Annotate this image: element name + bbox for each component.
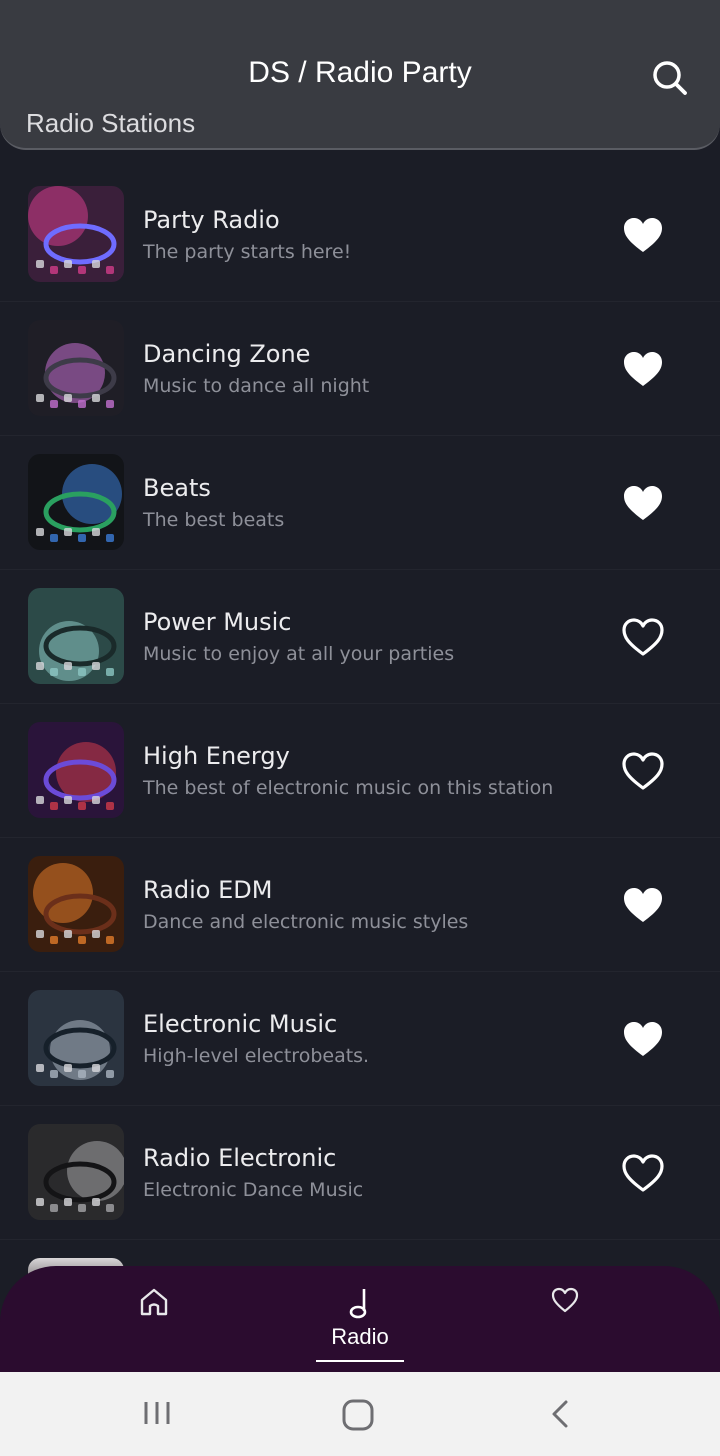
- heart-outline-icon: [622, 1154, 664, 1192]
- station-name: High Energy: [143, 742, 290, 770]
- station-thumbnail: [28, 320, 124, 416]
- recent-apps-button[interactable]: [140, 1396, 174, 1434]
- home-icon: [140, 1288, 168, 1316]
- station-thumbnail: [28, 856, 124, 952]
- recent-apps-icon: [144, 1402, 170, 1424]
- favorite-button[interactable]: [620, 1018, 666, 1060]
- station-row[interactable]: Radio EDM Dance and electronic music styl…: [0, 838, 720, 972]
- station-name: Beats: [143, 474, 211, 502]
- favorite-button[interactable]: [620, 214, 666, 256]
- station-thumbnail: [28, 722, 124, 818]
- system-back-button[interactable]: [542, 1396, 576, 1436]
- favorite-button[interactable]: [620, 884, 666, 926]
- system-navigation-bar: [0, 1372, 720, 1456]
- favorite-button[interactable]: [620, 348, 666, 390]
- app-header: DS / Radio Party Radio Stations: [0, 0, 720, 150]
- station-description: The best beats: [143, 509, 285, 531]
- station-thumbnail: [28, 186, 124, 282]
- station-thumbnail: [28, 990, 124, 1086]
- heart-filled-icon: [624, 352, 662, 386]
- station-thumbnail: [28, 1124, 124, 1220]
- favorite-button[interactable]: [620, 1152, 666, 1194]
- station-row[interactable]: Party Radio The party starts here!: [0, 168, 720, 302]
- bottom-navigation: Radio: [0, 1266, 720, 1372]
- station-row[interactable]: Beats The best beats: [0, 436, 720, 570]
- nav-radio-button[interactable]: Radio: [310, 1266, 410, 1372]
- heart-icon: [551, 1287, 579, 1313]
- favorite-button[interactable]: [620, 616, 666, 658]
- station-description: Electronic Dance Music: [143, 1179, 364, 1201]
- station-description: Dance and electronic music styles: [143, 911, 469, 933]
- station-description: Music to dance all night: [143, 375, 370, 397]
- search-icon: [653, 61, 687, 95]
- nav-active-indicator: [316, 1360, 404, 1362]
- station-row[interactable]: Power Music Music to enjoy at all your pa…: [0, 570, 720, 704]
- nav-radio-label: Radio: [331, 1324, 389, 1349]
- station-row[interactable]: High Energy The best of electronic music …: [0, 704, 720, 838]
- heart-filled-icon: [624, 218, 662, 252]
- station-name: Electronic Music: [143, 1010, 338, 1038]
- station-name: Power Music: [143, 608, 292, 636]
- system-home-button[interactable]: [338, 1396, 378, 1438]
- nav-home-button[interactable]: [126, 1266, 182, 1372]
- app-title: DS / Radio Party: [248, 56, 472, 89]
- nav-favorites-button[interactable]: [538, 1266, 594, 1372]
- station-name: Radio EDM: [143, 876, 273, 904]
- station-description: The party starts here!: [143, 241, 352, 263]
- station-thumbnail: [28, 454, 124, 550]
- station-list: Party Radio The party starts here! Dancing…: [0, 168, 720, 1240]
- heart-outline-icon: [622, 618, 664, 656]
- station-name: Party Radio: [143, 206, 280, 234]
- search-button[interactable]: [648, 56, 692, 100]
- station-row[interactable]: Electronic Music High-level electrobeats.: [0, 972, 720, 1106]
- station-name: Radio Electronic: [143, 1144, 337, 1172]
- station-name: Dancing Zone: [143, 340, 311, 368]
- section-title: Radio Stations: [26, 108, 196, 138]
- heart-filled-icon: [624, 486, 662, 520]
- back-icon: [552, 1400, 568, 1428]
- heart-filled-icon: [624, 888, 662, 922]
- music-note-icon: [349, 1289, 367, 1319]
- favorite-button[interactable]: [620, 750, 666, 792]
- home-circle-icon: [342, 1399, 374, 1431]
- station-description: The best of electronic music on this sta…: [143, 777, 554, 799]
- station-row[interactable]: Dancing Zone Music to dance all night: [0, 302, 720, 436]
- station-row[interactable]: Radio Electronic Electronic Dance Music: [0, 1106, 720, 1240]
- station-description: High-level electrobeats.: [143, 1045, 370, 1067]
- station-thumbnail: [28, 588, 124, 684]
- heart-outline-icon: [622, 752, 664, 790]
- station-description: Music to enjoy at all your parties: [143, 643, 455, 665]
- heart-filled-icon: [624, 1022, 662, 1056]
- favorite-button[interactable]: [620, 482, 666, 524]
